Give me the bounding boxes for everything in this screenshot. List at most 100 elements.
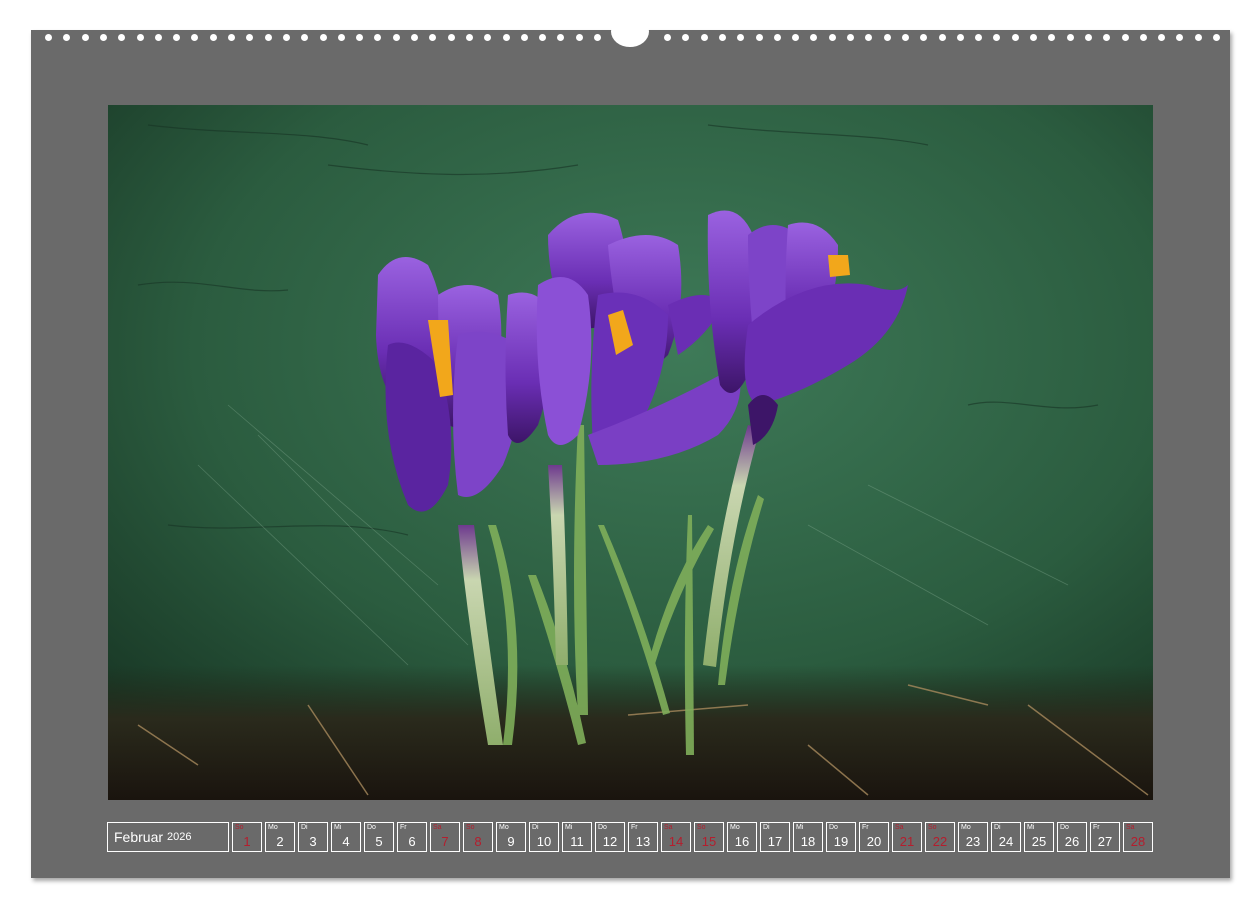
day-number: 23 — [965, 834, 981, 849]
binding-hole — [938, 34, 946, 41]
binding-hole — [154, 34, 162, 41]
binding-hole — [920, 34, 928, 41]
day-cell: Di 3 — [298, 822, 328, 852]
binding-hole — [282, 34, 290, 41]
day-of-week-label: Fr — [400, 824, 407, 831]
day-of-week-label: Di — [301, 824, 308, 831]
day-cell: Fr 27 — [1090, 822, 1120, 852]
binding-hole — [484, 34, 492, 41]
day-cell: Di 10 — [529, 822, 559, 852]
day-number: 10 — [536, 834, 552, 849]
month-year: 2026 — [167, 831, 192, 843]
binding-hole — [1011, 34, 1019, 41]
binding-hole — [1084, 34, 1092, 41]
day-of-week-label: Mo — [961, 824, 971, 831]
day-number: 11 — [570, 834, 584, 849]
day-cell: Mi 18 — [793, 822, 823, 852]
day-cell: Do 5 — [364, 822, 394, 852]
day-number: 1 — [243, 834, 251, 849]
day-number: 16 — [734, 834, 750, 849]
day-cell: Sa 21 — [892, 822, 922, 852]
binding-hole — [1176, 34, 1184, 41]
day-cell: Mi 25 — [1024, 822, 1054, 852]
binding-hole — [956, 34, 964, 41]
day-cell: So 8 — [463, 822, 493, 852]
day-number: 3 — [309, 834, 317, 849]
day-cell: So 1 — [232, 822, 262, 852]
binding-hole — [755, 34, 763, 41]
day-of-week-label: Mo — [499, 824, 509, 831]
binding-hole — [792, 34, 800, 41]
day-of-week-label: Mi — [565, 824, 573, 831]
day-of-week-label: Fr — [631, 824, 638, 831]
binding-hole — [301, 34, 309, 41]
binding-hole — [993, 34, 1001, 41]
binding-hole — [447, 34, 455, 41]
day-number: 21 — [899, 834, 915, 849]
day-number: 5 — [375, 834, 383, 849]
day-number: 7 — [441, 834, 449, 849]
day-of-week-label: Di — [994, 824, 1001, 831]
day-cell: Di 24 — [991, 822, 1021, 852]
day-number: 20 — [866, 834, 882, 849]
binding-hole — [502, 34, 510, 41]
binding-hole — [901, 34, 909, 41]
month-label: Februar 2026 — [107, 822, 229, 852]
crocus-photo — [108, 105, 1153, 800]
binding-hole — [883, 34, 891, 41]
day-of-week-label: Do — [598, 824, 607, 831]
day-cell: Do 26 — [1057, 822, 1087, 852]
day-of-week-label: So — [697, 824, 706, 831]
day-cell: Mo 23 — [958, 822, 988, 852]
day-cell: Do 19 — [826, 822, 856, 852]
binding-hole — [1030, 34, 1037, 41]
day-of-week-label: Mo — [730, 824, 740, 831]
binding-hole — [975, 34, 983, 41]
day-number: 22 — [932, 834, 948, 849]
binding-hole — [865, 34, 873, 41]
day-of-week-label: Di — [532, 824, 539, 831]
day-cell: Di 17 — [760, 822, 790, 852]
day-cell: Sa 28 — [1123, 822, 1153, 852]
day-cell: Mo 2 — [265, 822, 295, 852]
day-of-week-label: Sa — [895, 824, 904, 831]
binding-hole — [1139, 34, 1147, 41]
day-of-week-label: So — [466, 824, 475, 831]
binding-hole — [1066, 34, 1074, 41]
binding-hole — [264, 34, 272, 41]
binding-hole — [664, 34, 671, 41]
day-of-week-label: Do — [829, 824, 838, 831]
binding-hole — [682, 34, 690, 41]
binding-hole — [520, 34, 528, 41]
day-cell: Sa 14 — [661, 822, 691, 852]
day-number: 25 — [1031, 834, 1047, 849]
day-of-week-label: Sa — [1126, 824, 1135, 831]
hanger-notch — [611, 16, 649, 47]
binding-hole — [594, 34, 601, 41]
binding-hole — [246, 34, 254, 41]
binding-hole — [173, 34, 181, 41]
binding-hole — [356, 34, 364, 41]
binding-hole — [700, 34, 708, 41]
day-of-week-label: Mi — [334, 824, 342, 831]
binding-hole — [847, 34, 854, 41]
day-number: 24 — [998, 834, 1014, 849]
binding-hole — [1048, 34, 1056, 41]
day-cell: Mi 4 — [331, 822, 361, 852]
binding-hole — [828, 34, 836, 41]
day-of-week-label: Do — [367, 824, 376, 831]
binding-hole — [429, 34, 437, 41]
binding-hole — [1194, 34, 1202, 41]
day-of-week-label: Fr — [1093, 824, 1100, 831]
calendar-sheet: Februar 2026 So 1 Mo 2 Di 3 Mi 4 Do 5 Fr 6 Sa 7 So 8 Mo 9… — [31, 16, 1230, 878]
day-cell: Mo 16 — [727, 822, 757, 852]
binding-hole — [737, 34, 745, 41]
binding-hole — [228, 34, 235, 41]
binding-hole — [81, 34, 89, 41]
binding-hole — [118, 34, 126, 41]
day-cell: So 22 — [925, 822, 955, 852]
day-number: 14 — [668, 834, 684, 849]
day-number: 15 — [701, 834, 717, 849]
day-number: 12 — [602, 834, 618, 849]
binding-hole — [45, 34, 52, 41]
